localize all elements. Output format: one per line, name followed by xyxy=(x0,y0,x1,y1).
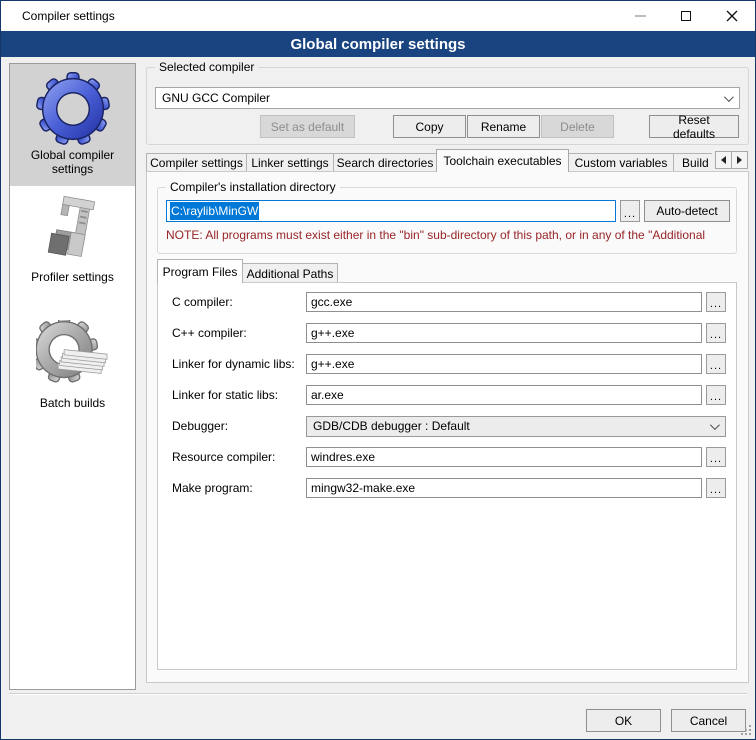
field-label: C compiler: xyxy=(172,295,306,309)
debugger-row: Debugger: GDB/CDB debugger : Default xyxy=(172,415,726,437)
gray-gear-stack-icon xyxy=(36,320,110,394)
minimize-button[interactable] xyxy=(617,1,663,31)
settings-tab-bar: Compiler settings Linker settings Search… xyxy=(146,150,749,172)
blue-gear-icon xyxy=(36,72,110,146)
field-label: Debugger: xyxy=(172,419,306,433)
group-title: Selected compiler xyxy=(155,60,258,74)
resource-compiler-row: Resource compiler: ... xyxy=(172,446,726,468)
resource-compiler-input[interactable] xyxy=(306,447,702,467)
reset-defaults-button[interactable]: Reset defaults xyxy=(649,115,739,138)
make-program-row: Make program: ... xyxy=(172,477,726,499)
installation-directory-input[interactable]: C:\raylib\MinGW xyxy=(166,200,616,222)
sidebar-item-label: Global compiler settings xyxy=(12,148,133,176)
scroll-left-icon xyxy=(721,156,726,164)
group-title: Compiler's installation directory xyxy=(166,180,340,194)
c-compiler-row: C compiler: ... xyxy=(172,291,726,313)
maximize-button[interactable] xyxy=(663,1,709,31)
dynamic-linker-browse-button[interactable]: ... xyxy=(706,354,726,374)
sidebar-item-batch-builds[interactable]: Batch builds xyxy=(10,294,135,420)
toolchain-executables-page: Compiler's installation directory C:\ray… xyxy=(146,171,749,683)
debugger-select-value: GDB/CDB debugger : Default xyxy=(313,419,470,433)
executables-subtab-bar: Program Files Additional Paths xyxy=(157,259,338,283)
tab-scroll-left-button[interactable] xyxy=(715,151,732,169)
cancel-button[interactable]: Cancel xyxy=(671,709,746,732)
c-compiler-browse-button[interactable]: ... xyxy=(706,292,726,312)
make-program-browse-button[interactable]: ... xyxy=(706,478,726,498)
minimize-icon xyxy=(635,15,646,17)
program-files-panel: C compiler: ... C++ compiler: ... Linker… xyxy=(157,282,737,670)
rename-button[interactable]: Rename xyxy=(467,115,540,138)
dynamic-linker-row: Linker for dynamic libs: ... xyxy=(172,353,726,375)
set-as-default-button[interactable]: Set as default xyxy=(260,115,355,138)
compiler-select[interactable]: GNU GCC Compiler xyxy=(155,87,740,109)
subtab-additional-paths[interactable]: Additional Paths xyxy=(242,263,338,283)
sidebar-item-label: Profiler settings xyxy=(31,270,114,284)
tab-toolchain-executables[interactable]: Toolchain executables xyxy=(436,149,569,172)
make-program-input[interactable] xyxy=(306,478,702,498)
debugger-select[interactable]: GDB/CDB debugger : Default xyxy=(306,416,726,437)
auto-detect-button[interactable]: Auto-detect xyxy=(644,200,730,222)
cpp-compiler-browse-button[interactable]: ... xyxy=(706,323,726,343)
static-linker-browse-button[interactable]: ... xyxy=(706,385,726,405)
page-title: Global compiler settings xyxy=(1,31,755,57)
cpp-compiler-input[interactable] xyxy=(306,323,702,343)
tab-compiler-settings[interactable]: Compiler settings xyxy=(146,153,247,172)
resource-compiler-browse-button[interactable]: ... xyxy=(706,447,726,467)
field-label: Resource compiler: xyxy=(172,450,306,464)
tab-search-directories[interactable]: Search directories xyxy=(333,153,437,172)
field-label: C++ compiler: xyxy=(172,326,306,340)
delete-button[interactable]: Delete xyxy=(541,115,614,138)
tab-build-options[interactable]: Build options xyxy=(673,153,712,172)
settings-category-list: Global compiler settings Profiler settin… xyxy=(9,63,136,690)
sidebar-item-label: Batch builds xyxy=(40,396,105,410)
scroll-right-icon xyxy=(737,156,742,164)
chevron-down-icon xyxy=(710,420,720,430)
sidebar-item-global-compiler-settings[interactable]: Global compiler settings xyxy=(10,64,135,186)
installation-directory-group: Compiler's installation directory C:\ray… xyxy=(157,187,737,254)
field-label: Linker for static libs: xyxy=(172,388,306,402)
static-linker-input[interactable] xyxy=(306,385,702,405)
c-compiler-input[interactable] xyxy=(306,292,702,312)
installation-directory-value: C:\raylib\MinGW xyxy=(170,202,259,220)
compiler-settings-dialog: Compiler settings Global compiler settin… xyxy=(0,0,756,740)
tab-custom-variables[interactable]: Custom variables xyxy=(568,153,674,172)
maximize-icon xyxy=(681,11,691,21)
ok-button[interactable]: OK xyxy=(586,709,661,732)
caliper-icon xyxy=(36,194,110,268)
note-text: NOTE: All programs must exist either in … xyxy=(166,228,735,242)
footer-divider xyxy=(9,693,747,695)
close-button[interactable] xyxy=(709,1,755,31)
resize-grip[interactable] xyxy=(741,725,752,736)
subtab-program-files[interactable]: Program Files xyxy=(157,259,243,283)
copy-button[interactable]: Copy xyxy=(393,115,466,138)
close-icon xyxy=(726,10,738,22)
window-title: Compiler settings xyxy=(1,9,115,23)
sidebar-item-profiler-settings[interactable]: Profiler settings xyxy=(10,186,135,294)
browse-directory-button[interactable]: ... xyxy=(620,200,640,222)
tab-scroll-right-button[interactable] xyxy=(731,151,748,169)
compiler-select-value: GNU GCC Compiler xyxy=(162,91,270,105)
dynamic-linker-input[interactable] xyxy=(306,354,702,374)
selected-compiler-group: Selected compiler GNU GCC Compiler Set a… xyxy=(146,67,749,145)
title-bar[interactable]: Compiler settings xyxy=(1,1,755,31)
cpp-compiler-row: C++ compiler: ... xyxy=(172,322,726,344)
chevron-down-icon xyxy=(724,92,734,102)
field-label: Make program: xyxy=(172,481,306,495)
tab-linker-settings[interactable]: Linker settings xyxy=(246,153,334,172)
field-label: Linker for dynamic libs: xyxy=(172,357,306,371)
static-linker-row: Linker for static libs: ... xyxy=(172,384,726,406)
